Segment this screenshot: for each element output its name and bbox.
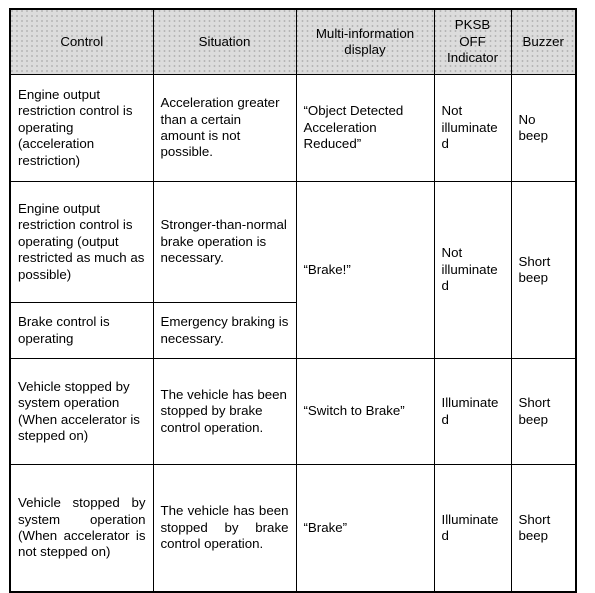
column-header-pksb-line-2: OFF — [459, 33, 486, 49]
cell-situation: Emergency braking is necessary. — [152, 302, 297, 359]
column-header-display-line-1: Multi-information — [315, 25, 415, 41]
cell-control: Vehicle stopped by system operation (Whe… — [9, 464, 154, 593]
cell-display: “Brake” — [295, 464, 435, 593]
cell-buzzer: Short beep — [510, 464, 577, 593]
cell-pksb-indicator: Not illuminated — [433, 74, 512, 182]
pksb-control-status-table: Control Situation Multi-information disp… — [9, 8, 577, 593]
cell-situation: Stronger-than-normal brake operation is … — [152, 181, 297, 303]
column-header-pksb-line-1: PKSB — [454, 17, 491, 33]
cell-control: Engine output restriction control is ope… — [9, 74, 154, 182]
column-header-situation: Situation — [152, 8, 297, 75]
document-page: Control Situation Multi-information disp… — [0, 0, 595, 593]
cell-situation: Acceleration greater than a certain amou… — [152, 74, 297, 182]
table-row: Vehicle stopped by system operation (Whe… — [9, 464, 577, 593]
table-row: Engine output restriction control is ope… — [9, 74, 577, 182]
column-header-control: Control — [9, 8, 154, 75]
cell-control: Brake control is operating — [9, 302, 154, 359]
table-body: Engine output restriction control is ope… — [9, 74, 577, 593]
cell-display: “Brake!” — [295, 181, 435, 359]
table-header: Control Situation Multi-information disp… — [9, 8, 577, 75]
cell-situation: The vehicle has been stopped by brake co… — [152, 358, 297, 465]
column-header-display: Multi-information display — [295, 8, 435, 75]
column-header-pksb-line-3: Indicator — [447, 50, 498, 66]
column-header-pksb: PKSB OFF Indicator — [433, 8, 512, 75]
table-row: Vehicle stopped by system operation (Whe… — [9, 358, 577, 465]
column-header-buzzer: Buzzer — [510, 8, 577, 75]
column-header-display-line-2: display — [344, 42, 386, 57]
cell-pksb-indicator: Illuminated — [433, 358, 512, 465]
cell-pksb-indicator: Illuminated — [433, 464, 512, 593]
table-row: Engine output restriction control is ope… — [9, 181, 577, 359]
cell-control: Vehicle stopped by system operation (Whe… — [9, 358, 154, 465]
cell-buzzer: Short beep — [510, 358, 577, 465]
cell-display: “Object Detected Acceleration Reduced” — [295, 74, 435, 182]
cell-pksb-indicator: Not illuminated — [433, 181, 512, 359]
table-header-row: Control Situation Multi-information disp… — [9, 8, 577, 75]
cell-buzzer: No beep — [510, 74, 577, 182]
cell-buzzer: Short beep — [510, 181, 577, 359]
cell-situation: The vehicle has been stopped by brake co… — [152, 464, 297, 593]
cell-control: Engine output restriction control is ope… — [9, 181, 154, 303]
cell-display: “Switch to Brake” — [295, 358, 435, 465]
